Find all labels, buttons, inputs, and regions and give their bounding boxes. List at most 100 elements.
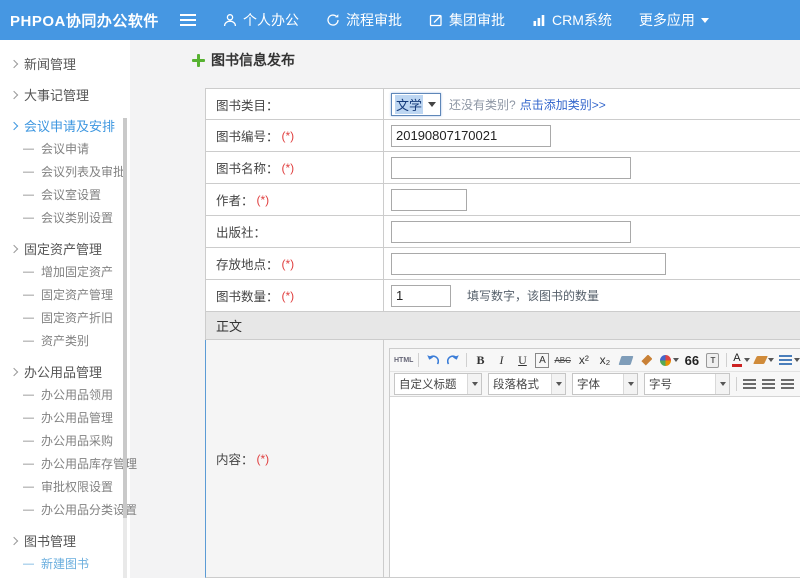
editor-toolbar-row-1: HTML B I U A ABC x² x₂: [390, 349, 800, 372]
caret-down-icon: [794, 358, 800, 362]
sidebar-item-asset-depreciation[interactable]: —固定资产折旧: [0, 306, 130, 329]
format-brush-icon[interactable]: [639, 352, 655, 369]
nav-more-apps[interactable]: 更多应用: [639, 10, 709, 30]
hamburger-menu-icon[interactable]: [180, 14, 196, 26]
italic-button[interactable]: I: [493, 352, 509, 369]
superscript-button[interactable]: x²: [576, 352, 592, 369]
sidebar-item-supplies-inventory[interactable]: —办公用品库存管理: [0, 452, 130, 475]
dash-icon: —: [23, 143, 34, 155]
add-plus-icon: [192, 54, 205, 67]
sidebar-item-asset-manage[interactable]: —固定资产管理: [0, 283, 130, 306]
underline-button[interactable]: U: [514, 352, 530, 369]
ordered-list-button[interactable]: [779, 352, 800, 369]
remove-format-icon[interactable]: [618, 352, 634, 369]
field-label: 作者：(*): [206, 184, 384, 215]
color-bar-icon: [732, 364, 742, 367]
sidebar-item-supplies-claim[interactable]: —办公用品领用: [0, 383, 130, 406]
required-mark: (*): [282, 289, 295, 303]
form-row-book-number: 图书编号：(*): [205, 120, 800, 152]
chevron-right-icon: [10, 90, 18, 98]
paste-text-icon[interactable]: T: [705, 352, 721, 369]
sidebar-item-meeting-mgmt[interactable]: 会议申请及安排: [0, 114, 130, 137]
required-mark: (*): [282, 257, 295, 271]
auto-typeset-icon[interactable]: [660, 352, 679, 369]
nav-crm-system[interactable]: CRM系统: [532, 10, 612, 30]
quantity-hint: 填写数字，该图书的数量: [467, 287, 599, 304]
align-center-icon[interactable]: [762, 379, 775, 389]
sidebar-item-asset-category[interactable]: —资产类别: [0, 329, 130, 352]
add-category-link[interactable]: 点击添加类别>>: [520, 96, 606, 113]
chevron-right-icon: [10, 121, 18, 129]
sidebar-item-supplies-mgmt[interactable]: 办公用品管理: [0, 360, 130, 383]
sidebar-item-meeting-type[interactable]: —会议类别设置: [0, 206, 130, 229]
char-border-button[interactable]: A: [535, 353, 549, 368]
pen-icon: [753, 356, 768, 364]
book-number-input[interactable]: [391, 125, 551, 147]
align-right-icon[interactable]: [781, 379, 794, 389]
app-window: PHPOA协同办公软件 个人办公 流程审批 集团审批 CRM系统 更多应用: [0, 0, 800, 578]
sidebar-item-meeting-room[interactable]: —会议室设置: [0, 183, 130, 206]
font-size-select[interactable]: 字号: [644, 373, 730, 395]
author-input[interactable]: [391, 189, 467, 211]
sidebar-item-news-mgmt[interactable]: 新闻管理: [0, 52, 130, 75]
location-input[interactable]: [391, 253, 666, 275]
sidebar-item-supplies-purchase[interactable]: —办公用品采购: [0, 429, 130, 452]
caret-down-icon: [768, 358, 774, 362]
sidebar-item-supplies-manage[interactable]: —办公用品管理: [0, 406, 130, 429]
heading-select[interactable]: 自定义标题: [394, 373, 482, 395]
dash-icon: —: [23, 312, 34, 324]
dash-icon: —: [23, 189, 34, 201]
bold-button[interactable]: B: [472, 352, 488, 369]
page-title: 图书信息发布: [192, 50, 295, 70]
category-hint: 还没有类别?: [449, 96, 516, 113]
bar-chart-icon: [532, 13, 546, 27]
undo-icon[interactable]: [424, 352, 440, 369]
list-icon: [779, 355, 792, 365]
quantity-input[interactable]: [391, 285, 451, 307]
form-row-author: 作者：(*): [205, 184, 800, 216]
sidebar-item-meeting-apply[interactable]: —会议申请: [0, 137, 130, 160]
sidebar-item-book-new[interactable]: —新建图书: [0, 552, 130, 575]
required-mark: (*): [282, 161, 295, 175]
strikethrough-button[interactable]: ABC: [554, 352, 570, 369]
sidebar-item-approval-permission[interactable]: —审批权限设置: [0, 475, 130, 498]
sidebar: 新闻管理 大事记管理 会议申请及安排 —会议申请 —会议列表及审批 —会议室设置…: [0, 40, 130, 578]
publisher-input[interactable]: [391, 221, 631, 243]
category-select[interactable]: 文学: [391, 93, 441, 116]
paragraph-format-select[interactable]: 段落格式: [488, 373, 566, 395]
highlight-color-button[interactable]: [755, 352, 774, 369]
sidebar-item-asset-add[interactable]: —增加固定资产: [0, 260, 130, 283]
font-family-select[interactable]: 字体: [572, 373, 638, 395]
sidebar-scrollbar[interactable]: [123, 118, 127, 578]
font-color-button[interactable]: A: [732, 352, 750, 369]
sidebar-item-meeting-list[interactable]: —会议列表及审批: [0, 160, 130, 183]
nav-process-approval[interactable]: 流程审批: [326, 10, 402, 30]
chevron-right-icon: [10, 244, 18, 252]
field-label: 图书名称：(*): [206, 152, 384, 183]
sidebar-item-assets-mgmt[interactable]: 固定资产管理: [0, 237, 130, 260]
sidebar-item-supplies-category[interactable]: —办公用品分类设置: [0, 498, 130, 521]
field-label: 内容：(*): [206, 340, 384, 577]
caret-down-icon: [467, 374, 481, 394]
caret-down-icon: [428, 102, 436, 107]
scrollbar-thumb[interactable]: [123, 118, 127, 518]
subscript-button[interactable]: x₂: [597, 352, 613, 369]
required-mark: (*): [282, 129, 295, 143]
sidebar-item-milestones-mgmt[interactable]: 大事记管理: [0, 83, 130, 106]
sidebar-item-book-mgmt[interactable]: 图书管理: [0, 529, 130, 552]
book-name-input[interactable]: [391, 157, 631, 179]
blockquote-button[interactable]: 66: [684, 352, 700, 369]
toolbar-separator: [466, 353, 467, 367]
form-row-publisher: 出版社：: [205, 216, 800, 248]
redo-icon[interactable]: [445, 352, 461, 369]
source-code-button[interactable]: HTML: [394, 352, 413, 369]
nav-personal-office[interactable]: 个人办公: [223, 10, 299, 30]
nav-group-approval[interactable]: 集团审批: [429, 10, 505, 30]
dash-icon: —: [23, 335, 34, 347]
book-form: 图书类目： 文学 还没有类别? 点击添加类别>> 图书编号：(*) 图书名称：(…: [205, 88, 800, 578]
form-row-book-name: 图书名称：(*): [205, 152, 800, 184]
editor-content-area[interactable]: [390, 397, 800, 578]
rich-text-editor: HTML B I U A ABC x² x₂: [389, 348, 800, 578]
form-row-content: 内容：(*) HTML B I U A: [205, 340, 800, 578]
align-left-icon[interactable]: [743, 379, 756, 389]
